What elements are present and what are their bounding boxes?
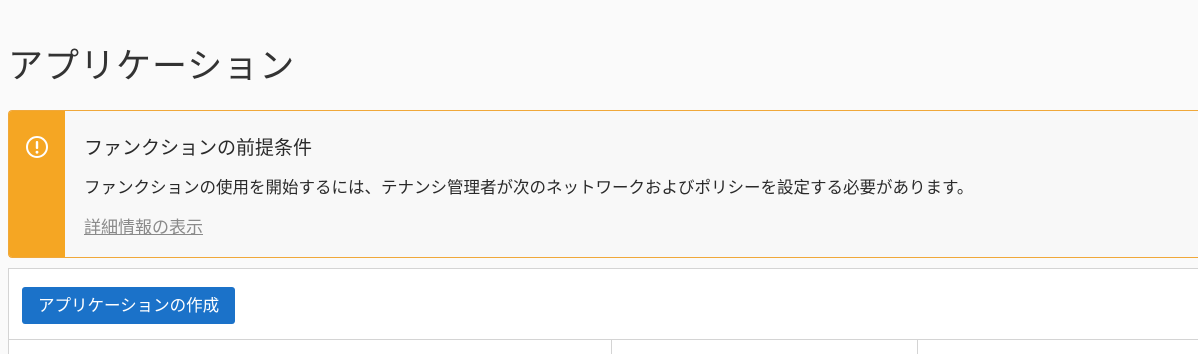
column-divider[interactable] [917, 340, 918, 354]
applications-page: アプリケーション ファンクションの前提条件 ファンクションの使用を開始するには、… [0, 0, 1198, 354]
alert-message: ファンクションの使用を開始するには、テナンシ管理者が次のネットワークおよびポリシ… [84, 178, 974, 197]
column-divider[interactable] [611, 340, 612, 354]
view-details-link[interactable]: 詳細情報の表示 [84, 213, 203, 238]
alert-stripe [9, 111, 65, 257]
applications-panel: アプリケーションの作成 [8, 268, 1198, 354]
table-header [9, 339, 1198, 354]
alert-title: ファンクションの前提条件 [84, 137, 313, 159]
page-title: アプリケーション [8, 47, 296, 87]
prerequisites-alert: ファンクションの前提条件 ファンクションの使用を開始するには、テナンシ管理者が次… [8, 110, 1198, 258]
exclamation-circle-icon [26, 136, 48, 158]
create-application-button[interactable]: アプリケーションの作成 [22, 287, 236, 324]
